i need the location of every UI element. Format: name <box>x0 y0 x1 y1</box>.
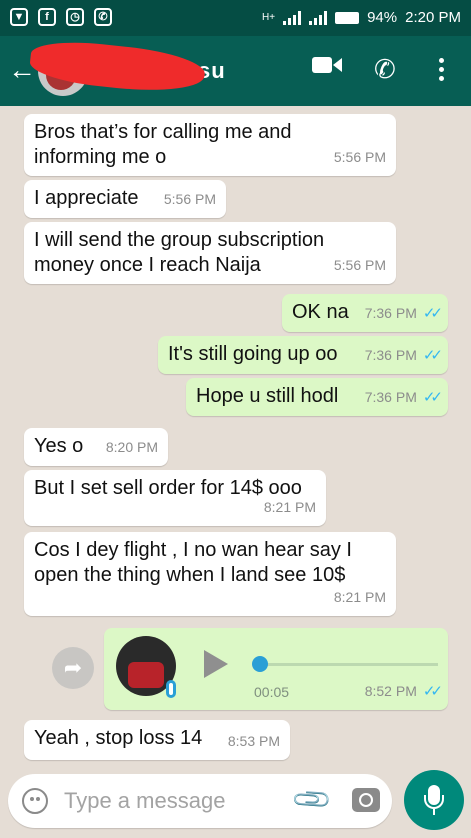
message-bubble[interactable]: But I set sell order for 14$ ooo 8:21 PM <box>24 470 326 526</box>
clock-time: 2:20 PM <box>405 9 461 26</box>
network-type: H+ <box>262 12 276 23</box>
video-call-icon[interactable] <box>312 56 342 74</box>
voice-message[interactable]: 00:05 8:52 PM ✓✓ <box>104 628 448 710</box>
signal-icon <box>283 10 302 25</box>
attachment-icon[interactable]: 📎 <box>290 777 335 822</box>
read-receipt-icon: ✓✓ <box>422 305 443 322</box>
message-bubble[interactable]: Yes o 8:20 PM <box>24 428 168 466</box>
emoji-icon[interactable] <box>22 788 48 814</box>
message-input-bar: Type a message 📎 <box>8 774 392 828</box>
message-bubble[interactable]: OK na 7:36 PM ✓✓ <box>282 294 448 332</box>
message-input[interactable]: Type a message <box>64 788 225 814</box>
chat-header: ← su ✆ <box>0 36 471 106</box>
play-icon[interactable] <box>204 650 228 678</box>
message-text: Cos I dey flight , I no wan hear say I <box>34 539 352 561</box>
status-right: H+ 94% 2:20 PM <box>262 9 461 26</box>
message-time: 8:53 PM <box>227 733 280 749</box>
message-time: 7:36 PM ✓✓ <box>364 389 443 406</box>
status-bar: ▼ f ◷ ✆ H+ 94% 2:20 PM <box>0 0 471 36</box>
voice-progress-handle[interactable] <box>252 656 268 672</box>
battery-percent: 94% <box>367 9 398 26</box>
message-bubble[interactable]: I appreciate 5:56 PM <box>24 180 226 218</box>
message-time: 8:52 PM ✓✓ <box>364 683 443 700</box>
vpn-icon: ▼ <box>10 8 28 26</box>
read-receipt-icon: ✓✓ <box>422 347 443 364</box>
battery-icon <box>335 11 360 24</box>
message-time: 8:20 PM <box>105 439 158 455</box>
facebook-icon: f <box>38 8 56 26</box>
message-time: 8:21 PM <box>263 499 316 515</box>
notification-icons: ▼ f ◷ ✆ <box>10 8 112 26</box>
microphone-icon <box>166 680 176 698</box>
message-text: Bros that’s for calling me and <box>34 121 292 143</box>
forward-icon[interactable]: ➦ <box>52 647 94 689</box>
whatsapp-icon: ✆ <box>94 8 112 26</box>
voice-record-button[interactable] <box>404 770 464 830</box>
signal-icon-2 <box>309 10 328 25</box>
message-text: I will send the group subscription <box>34 229 325 251</box>
message-bubble[interactable]: It's still going up oo 7:36 PM ✓✓ <box>158 336 448 374</box>
message-bubble[interactable]: Cos I dey flight , I no wan hear say I o… <box>24 532 396 616</box>
read-receipt-icon: ✓✓ <box>422 683 443 700</box>
phone-icon[interactable]: ✆ <box>374 56 396 82</box>
message-time: 5:56 PM <box>333 257 386 273</box>
message-time: 5:56 PM <box>333 149 386 165</box>
camera-icon[interactable] <box>352 788 380 812</box>
message-bubble[interactable]: Yeah , stop loss 14 8:53 PM <box>24 720 290 760</box>
voice-duration: 00:05 <box>254 684 290 700</box>
message-bubble[interactable]: Hope u still hodl 7:36 PM ✓✓ <box>186 378 448 416</box>
message-list: Bros that’s for calling me and informing… <box>0 106 471 766</box>
message-time: 7:36 PM ✓✓ <box>364 305 443 322</box>
message-time: 8:21 PM <box>333 589 386 605</box>
message-bubble[interactable]: I will send the group subscription money… <box>24 222 396 284</box>
message-bubble[interactable]: Bros that’s for calling me and informing… <box>24 114 396 176</box>
read-receipt-icon: ✓✓ <box>422 389 443 406</box>
voice-progress-track[interactable] <box>260 663 438 666</box>
clock-icon: ◷ <box>66 8 84 26</box>
more-options-icon[interactable] <box>436 56 446 85</box>
message-time: 7:36 PM ✓✓ <box>364 347 443 364</box>
message-time: 5:56 PM <box>163 191 216 207</box>
